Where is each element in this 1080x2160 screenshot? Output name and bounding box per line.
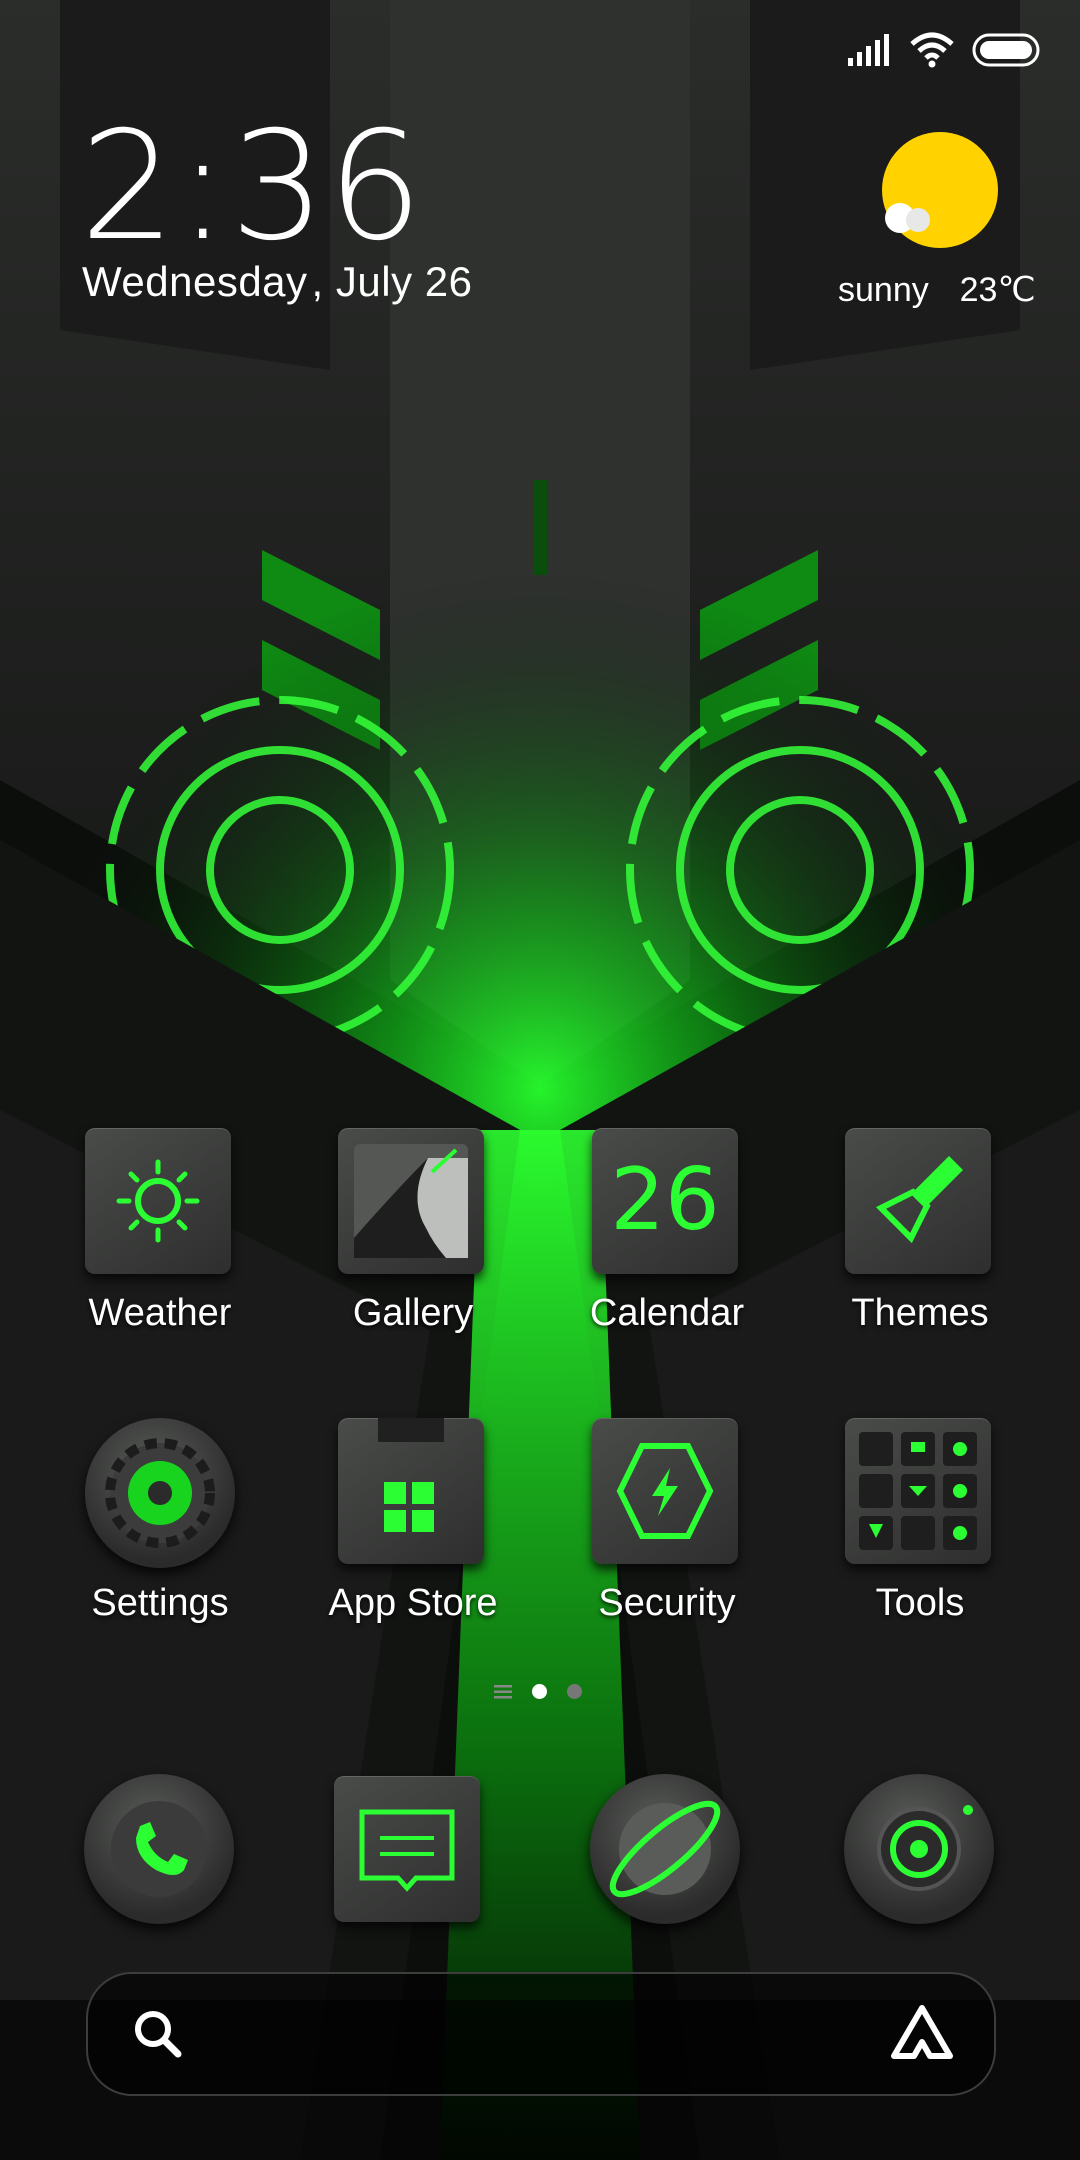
calendar-icon: 26 bbox=[592, 1128, 742, 1278]
list-icon[interactable] bbox=[494, 1684, 512, 1699]
search-icon[interactable] bbox=[132, 2008, 184, 2060]
dock-browser[interactable] bbox=[590, 1774, 740, 1924]
app-security[interactable]: Security bbox=[547, 1418, 787, 1625]
app-label: Calendar bbox=[589, 1292, 745, 1334]
page-indicator bbox=[494, 1684, 582, 1699]
page-dot-active[interactable] bbox=[532, 1684, 547, 1699]
dock-camera[interactable] bbox=[844, 1774, 994, 1924]
app-weather[interactable]: Weather bbox=[40, 1128, 280, 1335]
shield-icon bbox=[592, 1418, 742, 1568]
dock-phone[interactable] bbox=[84, 1774, 234, 1924]
message-icon bbox=[359, 1809, 455, 1892]
app-label: Settings bbox=[91, 1582, 229, 1624]
gear-icon bbox=[85, 1418, 235, 1568]
app-label: Security bbox=[598, 1582, 736, 1624]
app-label: Gallery bbox=[352, 1292, 474, 1334]
app-settings[interactable]: Settings bbox=[40, 1418, 280, 1625]
phone-icon bbox=[111, 1801, 207, 1897]
brush-icon bbox=[845, 1128, 995, 1278]
search-bar[interactable] bbox=[86, 1972, 996, 2096]
app-themes[interactable]: Themes bbox=[800, 1128, 1040, 1335]
app-label: App Store bbox=[328, 1582, 498, 1624]
app-label: Tools bbox=[875, 1582, 965, 1624]
app-gallery[interactable]: Gallery bbox=[293, 1128, 533, 1335]
store-icon bbox=[338, 1418, 488, 1568]
calendar-day: 26 bbox=[610, 1150, 720, 1250]
assistant-icon[interactable] bbox=[890, 2004, 954, 2064]
dock-messages[interactable] bbox=[334, 1776, 480, 1922]
page-dot[interactable] bbox=[567, 1684, 582, 1699]
app-calendar[interactable]: 26 Calendar bbox=[547, 1128, 787, 1335]
tools-folder-icon bbox=[845, 1418, 995, 1568]
sun-icon bbox=[116, 1159, 200, 1243]
gallery-icon bbox=[338, 1128, 488, 1278]
app-label: Themes bbox=[851, 1292, 989, 1334]
app-store[interactable]: App Store bbox=[293, 1418, 533, 1625]
weather-app-icon bbox=[85, 1128, 235, 1278]
app-label: Weather bbox=[88, 1292, 232, 1334]
app-tools[interactable]: Tools bbox=[800, 1418, 1040, 1625]
camera-icon bbox=[877, 1805, 973, 1891]
browser-icon bbox=[609, 1800, 721, 1898]
